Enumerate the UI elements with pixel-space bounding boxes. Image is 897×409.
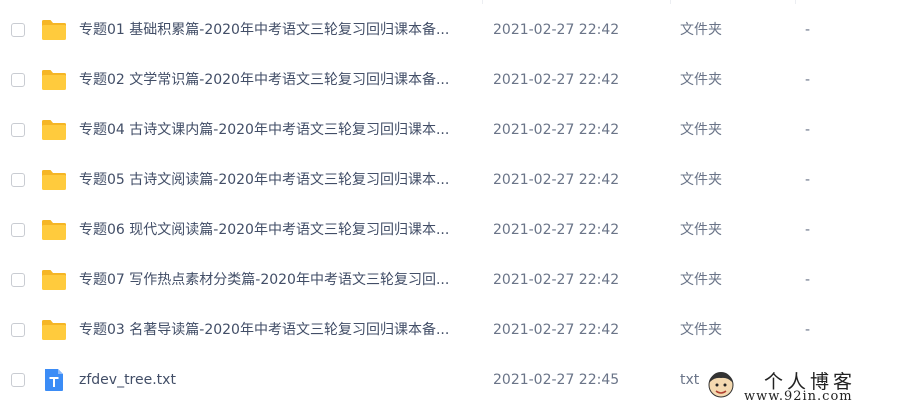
file-name[interactable]: 专题03 名著导读篇-2020年中考语文三轮复习回归课本备... (79, 305, 474, 355)
modified-date: 2021-02-27 22:42 (493, 172, 620, 188)
row-checkbox[interactable] (11, 273, 25, 287)
row-checkbox[interactable] (11, 223, 25, 237)
row-checkbox[interactable] (11, 73, 25, 87)
folder-icon (41, 118, 67, 142)
file-size: - (805, 22, 811, 38)
modified-date: 2021-02-27 22:42 (493, 222, 620, 238)
folder-icon (41, 168, 67, 192)
file-name[interactable]: 专题05 古诗文阅读篇-2020年中考语文三轮复习回归课本... (79, 155, 474, 205)
file-size: - (805, 222, 811, 238)
modified-date: 2021-02-27 22:42 (493, 322, 620, 338)
row-checkbox[interactable] (11, 123, 25, 137)
file-name[interactable]: 专题07 写作热点素材分类篇-2020年中考语文三轮复习回... (79, 255, 474, 305)
file-name[interactable]: 专题04 古诗文课内篇-2020年中考语文三轮复习回归课本... (79, 105, 474, 155)
watermark-url: www.92in.com (744, 389, 853, 404)
row-checkbox[interactable] (11, 23, 25, 37)
file-type: 文件夹 (680, 22, 722, 38)
file-name[interactable]: 专题06 现代文阅读篇-2020年中考语文三轮复习回归课本... (79, 205, 474, 255)
file-type: 文件夹 (680, 222, 722, 238)
modified-date: 2021-02-27 22:42 (493, 72, 620, 88)
file-row[interactable]: 专题07 写作热点素材分类篇-2020年中考语文三轮复习回... 2021-02… (0, 255, 897, 305)
file-row[interactable]: 专题06 现代文阅读篇-2020年中考语文三轮复习回归课本... 2021-02… (0, 205, 897, 255)
text-file-icon (41, 368, 67, 392)
file-type: 文件夹 (680, 122, 722, 138)
folder-icon (41, 268, 67, 292)
cartoon-face-logo-icon (706, 369, 736, 399)
file-type: txt (680, 372, 700, 388)
folder-icon (41, 68, 67, 92)
file-row[interactable]: 专题02 文学常识篇-2020年中考语文三轮复习回归课本备... 2021-02… (0, 55, 897, 105)
folder-icon (41, 218, 67, 242)
row-checkbox[interactable] (11, 323, 25, 337)
file-type: 文件夹 (680, 322, 722, 338)
file-name[interactable]: 专题01 基础积累篇-2020年中考语文三轮复习回归课本备... (79, 5, 474, 55)
blog-watermark: 个人博客 www.92in.com (700, 363, 897, 409)
file-row[interactable]: 专题03 名著导读篇-2020年中考语文三轮复习回归课本备... 2021-02… (0, 305, 897, 355)
file-size: - (805, 322, 811, 338)
modified-date: 2021-02-27 22:42 (493, 122, 620, 138)
modified-date: 2021-02-27 22:42 (493, 22, 620, 38)
file-list: 专题01 基础积累篇-2020年中考语文三轮复习回归课本备... 2021-02… (0, 5, 897, 405)
file-row[interactable]: 专题01 基础积累篇-2020年中考语文三轮复习回归课本备... 2021-02… (0, 5, 897, 55)
modified-date: 2021-02-27 22:42 (493, 272, 620, 288)
file-size: - (805, 172, 811, 188)
row-checkbox[interactable] (11, 173, 25, 187)
column-header-separator (0, 0, 897, 4)
file-type: 文件夹 (680, 172, 722, 188)
modified-date: 2021-02-27 22:45 (493, 372, 620, 388)
folder-icon (41, 18, 67, 42)
file-name[interactable]: 专题02 文学常识篇-2020年中考语文三轮复习回归课本备... (79, 55, 474, 105)
folder-icon (41, 318, 67, 342)
file-size: - (805, 122, 811, 138)
file-size: - (805, 272, 811, 288)
file-type: 文件夹 (680, 72, 722, 88)
file-row[interactable]: 专题05 古诗文阅读篇-2020年中考语文三轮复习回归课本... 2021-02… (0, 155, 897, 205)
file-name[interactable]: zfdev_tree.txt (79, 355, 474, 405)
file-type: 文件夹 (680, 272, 722, 288)
file-size: - (805, 72, 811, 88)
row-checkbox[interactable] (11, 373, 25, 387)
file-row[interactable]: 专题04 古诗文课内篇-2020年中考语文三轮复习回归课本... 2021-02… (0, 105, 897, 155)
